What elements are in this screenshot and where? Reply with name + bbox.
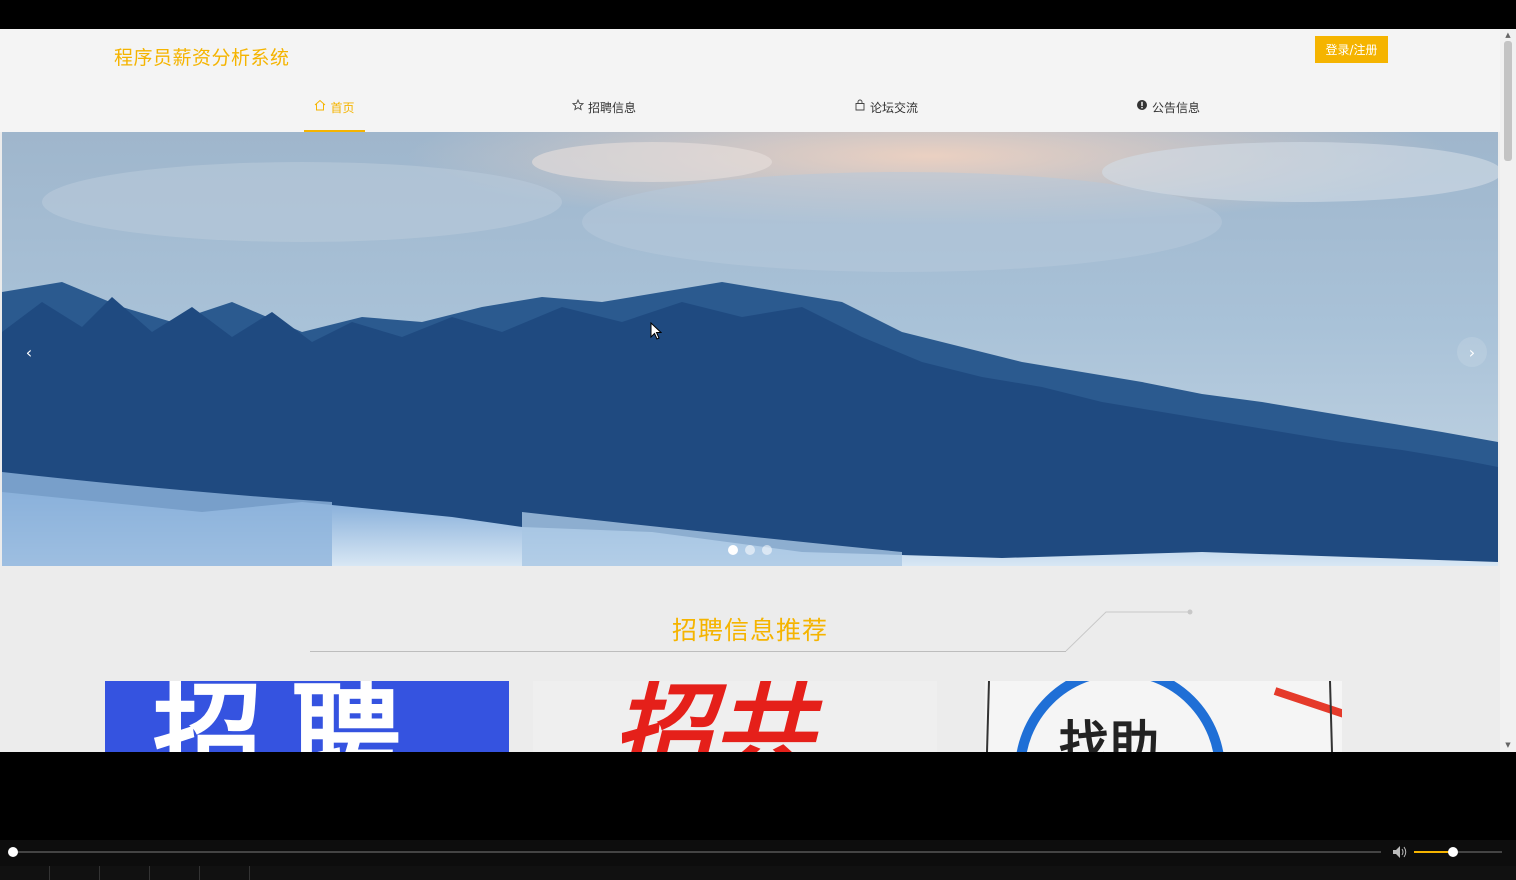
site-header: 程序员薪资分析系统 登录/注册 首页 招聘信息 论坛交流 公告信息 — [0, 29, 1500, 133]
scroll-up-arrow[interactable]: ▲ — [1504, 31, 1512, 39]
carousel-dot[interactable] — [745, 545, 755, 555]
browser-viewport: 程序员薪资分析系统 登录/注册 首页 招聘信息 论坛交流 公告信息 ‹ › 招聘… — [0, 29, 1516, 752]
scroll-down-arrow[interactable]: ▼ — [1504, 741, 1512, 749]
nav-label: 公告信息 — [1151, 101, 1200, 115]
site-title[interactable]: 程序员薪资分析系统 — [114, 43, 290, 70]
card-image-text: 招聘 — [153, 681, 429, 752]
carousel-next-arrow[interactable]: › — [1457, 337, 1487, 367]
nav-item-recruitment[interactable]: 招聘信息 — [560, 91, 648, 133]
nav-item-home[interactable]: 首页 — [304, 91, 365, 133]
recruitment-card[interactable]: 招聘 — [105, 681, 509, 752]
carousel-dot[interactable] — [762, 545, 772, 555]
volume-icon[interactable] — [1392, 845, 1408, 859]
info-icon — [1136, 100, 1147, 110]
seek-knob[interactable] — [8, 847, 18, 857]
nav-label: 首页 — [330, 101, 355, 115]
nav-label: 论坛交流 — [869, 101, 918, 115]
carousel-prev-arrow[interactable]: ‹ — [14, 337, 44, 367]
taskbar-item[interactable] — [50, 866, 100, 880]
card-image-text: 找助 — [1059, 716, 1159, 752]
vertical-scrollbar[interactable]: ▲ ▼ — [1500, 29, 1516, 752]
banner-image — [2, 132, 1498, 566]
seek-bar[interactable] — [14, 851, 1381, 853]
card-circle-decoration — [986, 681, 1342, 752]
section-title-underline — [310, 651, 1066, 652]
bag-icon — [855, 99, 865, 111]
carousel-dots — [728, 545, 772, 555]
nav-item-forum[interactable]: 论坛交流 — [842, 91, 930, 133]
taskbar — [0, 866, 1516, 880]
carousel-dot[interactable] — [728, 545, 738, 555]
title-decoration — [1065, 609, 1193, 652]
volume-knob[interactable] — [1448, 847, 1458, 857]
recruitment-card[interactable]: 招共 — [533, 681, 937, 752]
taskbar-item[interactable] — [200, 866, 250, 880]
page: 程序员薪资分析系统 登录/注册 首页 招聘信息 论坛交流 公告信息 ‹ › 招聘… — [0, 29, 1500, 752]
recruitment-card[interactable]: 找助 — [985, 681, 1342, 752]
home-icon — [315, 99, 326, 111]
star-icon — [571, 99, 584, 111]
taskbar-item[interactable] — [0, 866, 50, 880]
nav-label: 招聘信息 — [587, 101, 636, 115]
taskbar-item[interactable] — [150, 866, 200, 880]
nav-item-notice[interactable]: 公告信息 — [1124, 91, 1212, 133]
mouse-pointer-icon — [650, 322, 662, 340]
taskbar-item[interactable] — [100, 866, 150, 880]
section-title: 招聘信息推荐 — [671, 616, 828, 645]
banner-carousel[interactable]: ‹ › — [2, 132, 1498, 566]
scrollbar-thumb[interactable] — [1504, 41, 1512, 161]
login-register-button[interactable]: 登录/注册 — [1315, 36, 1388, 63]
recruitment-cards: 招聘 招共 找助 — [0, 681, 1500, 752]
card-image-text: 招共 — [613, 681, 813, 752]
